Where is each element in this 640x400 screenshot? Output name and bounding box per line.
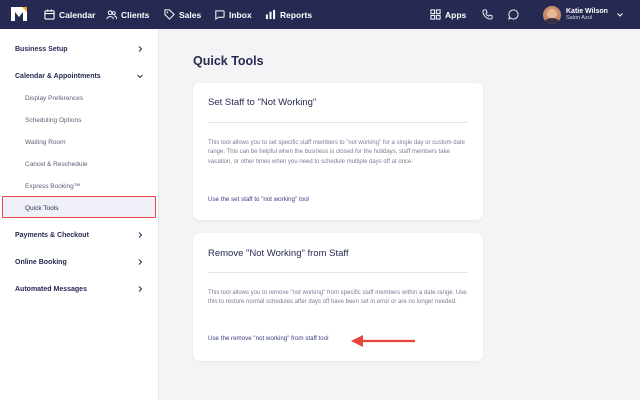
nav-label: Sales bbox=[179, 9, 202, 20]
sidebar-item-automated-messages[interactable]: Automated Messages bbox=[0, 282, 159, 296]
nav-reports[interactable]: Reports bbox=[265, 0, 312, 29]
sidebar-item-calendar-appointments[interactable]: Calendar & Appointments bbox=[0, 69, 159, 83]
sidebar-item-business-setup[interactable]: Business Setup bbox=[0, 42, 159, 56]
sidebar-item-label: Display Preferences bbox=[25, 94, 84, 102]
sidebar-item-scheduling-options[interactable]: Scheduling Options bbox=[0, 113, 159, 127]
phone-button[interactable] bbox=[482, 0, 493, 29]
sidebar-item-label: Automated Messages bbox=[15, 285, 87, 293]
set-not-working-link[interactable]: Use the set staff to "not working" tool bbox=[208, 196, 309, 203]
chat-icon bbox=[508, 9, 519, 20]
nav-label: Inbox bbox=[229, 9, 252, 20]
card-divider bbox=[208, 122, 468, 123]
chevron-down-icon bbox=[617, 12, 623, 17]
tag-icon bbox=[164, 9, 175, 20]
card-divider bbox=[208, 272, 468, 273]
user-menu[interactable]: Katie Wilson Salon Azul bbox=[543, 4, 624, 25]
sidebar: Business Setup Calendar & Appointments D… bbox=[0, 29, 159, 400]
sidebar-item-online-booking[interactable]: Online Booking bbox=[0, 255, 159, 269]
chat-button[interactable] bbox=[508, 0, 519, 29]
card-title: Set Staff to "Not Working" bbox=[208, 97, 317, 108]
page-title: Quick Tools bbox=[193, 54, 264, 68]
sidebar-item-waiting-room[interactable]: Waiting Room bbox=[0, 135, 159, 149]
sidebar-item-label: Calendar & Appointments bbox=[15, 72, 101, 80]
top-nav: Calendar Clients Sales Inbox Reports App… bbox=[0, 0, 640, 29]
card-description: This tool allows you to remove "not work… bbox=[208, 290, 467, 306]
sidebar-item-label: Online Booking bbox=[15, 258, 67, 266]
user-name: Katie Wilson bbox=[566, 7, 608, 15]
chevron-right-icon bbox=[138, 286, 143, 292]
sidebar-item-label: Scheduling Options bbox=[25, 116, 82, 124]
remove-not-working-card: Remove "Not Working" from Staff This too… bbox=[193, 233, 483, 361]
avatar bbox=[543, 5, 561, 24]
sidebar-item-label: Payments & Checkout bbox=[15, 231, 89, 239]
nav-clients[interactable]: Clients bbox=[106, 0, 149, 29]
set-not-working-card: Set Staff to "Not Working" This tool all… bbox=[193, 83, 483, 220]
nav-label: Apps bbox=[445, 9, 467, 20]
nav-label: Calendar bbox=[59, 9, 96, 20]
clients-icon bbox=[106, 10, 117, 20]
nav-sales[interactable]: Sales bbox=[164, 0, 201, 29]
sidebar-item-label: Quick Tools bbox=[25, 204, 59, 212]
nav-inbox[interactable]: Inbox bbox=[214, 0, 252, 29]
chevron-right-icon bbox=[138, 259, 143, 265]
remove-not-working-link[interactable]: Use the remove "not working" from staff … bbox=[208, 335, 329, 342]
user-info: Katie Wilson Salon Azul bbox=[566, 8, 608, 22]
logo-icon[interactable] bbox=[11, 7, 27, 21]
nav-calendar[interactable]: Calendar bbox=[44, 0, 95, 29]
card-title: Remove "Not Working" from Staff bbox=[208, 248, 349, 259]
nav-apps[interactable]: Apps bbox=[430, 0, 466, 29]
bar-chart-icon bbox=[265, 9, 276, 20]
sidebar-item-label: Waiting Room bbox=[25, 138, 66, 146]
chevron-right-icon bbox=[138, 46, 143, 52]
sidebar-item-display-preferences[interactable]: Display Preferences bbox=[0, 91, 159, 105]
sidebar-item-label: Business Setup bbox=[15, 45, 68, 53]
nav-label: Clients bbox=[121, 9, 150, 20]
grid-icon bbox=[430, 9, 441, 20]
inbox-icon bbox=[215, 10, 225, 20]
chevron-right-icon bbox=[138, 232, 143, 238]
nav-label: Reports bbox=[280, 9, 313, 20]
sidebar-item-cancel-reschedule[interactable]: Cancel & Reschedule bbox=[0, 157, 159, 171]
sidebar-item-label: Express Booking™ bbox=[25, 182, 81, 190]
card-description: This tool allows you to set specific sta… bbox=[208, 140, 465, 165]
sidebar-item-payments-checkout[interactable]: Payments & Checkout bbox=[0, 228, 159, 242]
phone-icon bbox=[482, 9, 493, 20]
sidebar-item-label: Cancel & Reschedule bbox=[25, 160, 88, 168]
sidebar-item-quick-tools[interactable]: Quick Tools bbox=[0, 201, 159, 215]
chevron-down-icon bbox=[137, 74, 143, 79]
arrow-left-icon bbox=[351, 335, 415, 347]
sidebar-item-express-booking[interactable]: Express Booking™ bbox=[0, 179, 159, 193]
calendar-icon bbox=[44, 9, 55, 20]
user-salon: Salon Azul bbox=[566, 15, 592, 22]
